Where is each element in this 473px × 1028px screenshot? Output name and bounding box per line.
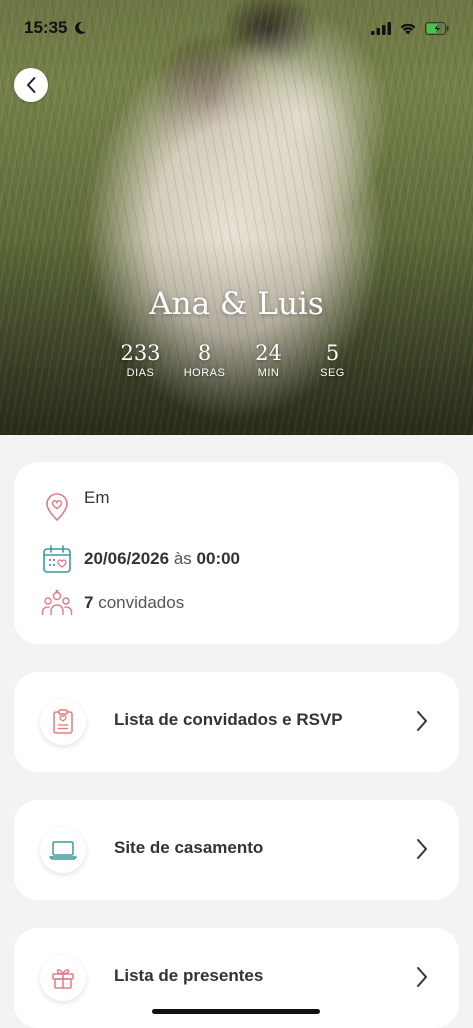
event-info-card: Em 20/06/2026 às 00:00 7 convidados bbox=[14, 462, 459, 644]
location-row: Em bbox=[40, 488, 110, 524]
guests-icon bbox=[40, 586, 74, 620]
location-text: Em bbox=[84, 488, 110, 507]
menu-label-wedding-site: Site de casamento bbox=[114, 838, 264, 857]
calendar-icon bbox=[40, 542, 74, 576]
countdown-days: 233 DIAS bbox=[120, 341, 161, 379]
menu-label-guest-list: Lista de convidados e RSVP bbox=[114, 710, 343, 729]
event-time: 00:00 bbox=[196, 549, 241, 568]
guests-row: 7 convidados bbox=[40, 586, 184, 620]
event-date: 20/06/2026 bbox=[84, 549, 170, 568]
date-connector: às bbox=[173, 549, 192, 568]
battery-icon bbox=[425, 21, 449, 35]
date-row: 20/06/2026 às 00:00 bbox=[40, 542, 240, 576]
signal-icon bbox=[371, 21, 391, 35]
status-bar: 15:35 bbox=[24, 14, 449, 42]
countdown: 233 DIAS 8 HORAS 24 MIN 5 SEG bbox=[0, 342, 473, 379]
guests-count: 7 bbox=[84, 593, 94, 612]
laptop-icon bbox=[40, 827, 86, 873]
menu-item-wedding-site[interactable]: Site de casamento bbox=[14, 800, 459, 900]
chevron-right-icon bbox=[417, 711, 427, 731]
chevron-right-icon bbox=[417, 839, 427, 859]
location-heart-icon bbox=[40, 490, 74, 524]
home-indicator[interactable] bbox=[152, 1009, 320, 1014]
wifi-icon bbox=[400, 23, 416, 34]
countdown-minutes: 24 MIN bbox=[255, 341, 282, 379]
back-button[interactable] bbox=[14, 68, 48, 102]
menu-item-guest-list[interactable]: Lista de convidados e RSVP bbox=[14, 672, 459, 772]
countdown-hours: 8 HORAS bbox=[183, 341, 226, 379]
chevron-left-icon bbox=[27, 77, 36, 93]
moon-icon bbox=[75, 21, 87, 34]
gift-icon bbox=[40, 955, 86, 1001]
guest-list-icon bbox=[40, 699, 86, 745]
status-time: 15:35 bbox=[24, 18, 68, 37]
hero-photo: 15:35 Ana & Luis 233 DIAS 8 HORAS 24 MIN… bbox=[0, 0, 473, 435]
couple-name: Ana & Luis bbox=[149, 286, 324, 322]
countdown-seconds: 5 SEG bbox=[320, 341, 345, 379]
guests-label: convidados bbox=[98, 593, 185, 612]
menu-label-gift-list: Lista de presentes bbox=[114, 966, 264, 985]
chevron-right-icon bbox=[417, 967, 427, 987]
